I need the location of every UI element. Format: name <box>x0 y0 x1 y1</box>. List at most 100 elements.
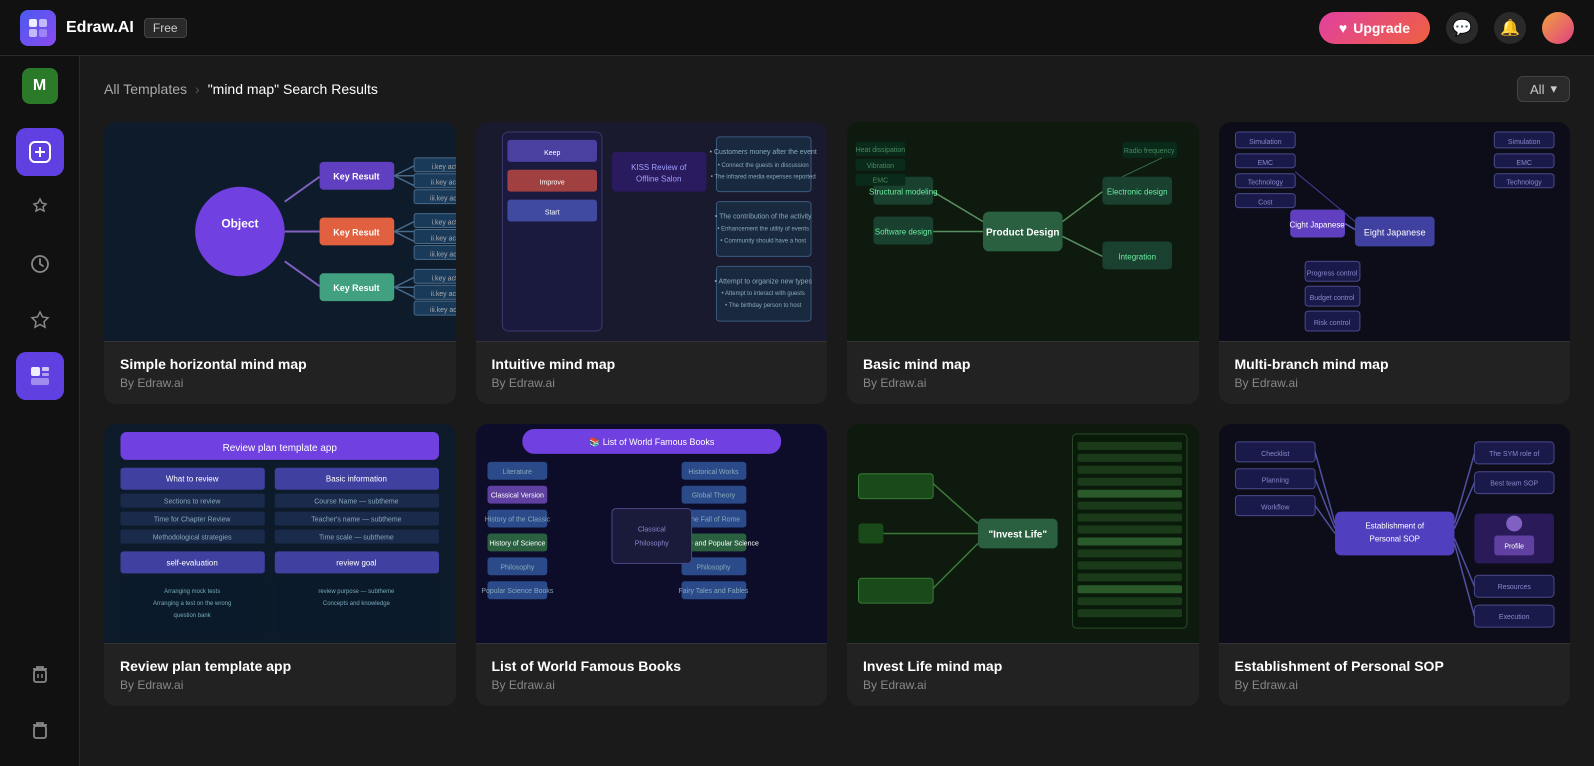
svg-text:Time for Chapter Review: Time for Chapter Review <box>154 517 232 524</box>
svg-text:Vibration: Vibration <box>867 163 894 170</box>
template-title-2: Intuitive mind map <box>492 356 812 372</box>
svg-text:📚 List of World Famous Books: 📚 List of World Famous Books <box>589 437 715 447</box>
template-title-8: Establishment of Personal SOP <box>1235 658 1555 674</box>
svg-text:KISS Review of: KISS Review of <box>631 163 687 172</box>
sidebar-item-templates[interactable] <box>16 352 64 400</box>
sidebar-item-trash[interactable] <box>16 650 64 698</box>
svg-text:self-evaluation: self-evaluation <box>167 558 218 567</box>
svg-text:Key Result: Key Result <box>333 172 379 182</box>
svg-text:Structural modeling: Structural modeling <box>869 188 938 197</box>
svg-text:Arranging mock tests: Arranging mock tests <box>164 589 220 595</box>
template-author-1: By Edraw.ai <box>120 376 440 390</box>
filter-dropdown[interactable]: All ▾ <box>1517 76 1570 102</box>
svg-text:iii.key action: iii.key action <box>430 251 455 258</box>
template-info-3: Basic mind map By Edraw.ai <box>847 342 1199 404</box>
svg-text:Electronic design: Electronic design <box>1107 188 1168 197</box>
template-title-7: Invest Life mind map <box>863 658 1183 674</box>
template-card-basic[interactable]: Product Design Structural modeling Softw… <box>847 122 1199 404</box>
sidebar-item-ai[interactable] <box>16 184 64 232</box>
topbar: Edraw.AI Free ♥ Upgrade 💬 🔔 <box>0 0 1594 56</box>
topbar-right: ♥ Upgrade 💬 🔔 <box>1319 12 1574 44</box>
svg-text:Keep: Keep <box>544 150 560 157</box>
notification-icon-button[interactable]: 🔔 <box>1494 12 1526 44</box>
logo-text: Edraw.AI <box>66 19 134 37</box>
template-title-1: Simple horizontal mind map <box>120 356 440 372</box>
sidebar-item-delete[interactable] <box>16 706 64 754</box>
template-card-intuitive[interactable]: Keep Improve Start KISS Review of Offlin… <box>476 122 828 404</box>
template-thumb-6: 📚 List of World Famous Books Literature … <box>476 424 828 644</box>
svg-text:Literature: Literature <box>502 469 532 476</box>
chat-icon-button[interactable]: 💬 <box>1446 12 1478 44</box>
main-layout: M <box>0 56 1594 766</box>
svg-text:History of the Classic: History of the Classic <box>484 517 550 524</box>
svg-text:Progress control: Progress control <box>1306 270 1357 277</box>
template-card-multi-branch[interactable]: Eight Japanese Simulation EMC Technology… <box>1219 122 1571 404</box>
template-info-6: List of World Famous Books By Edraw.ai <box>476 644 828 706</box>
sidebar-item-recent[interactable] <box>16 240 64 288</box>
template-card-invest-life[interactable]: "Invest Life" <box>847 424 1199 706</box>
template-card-world-books[interactable]: 📚 List of World Famous Books Literature … <box>476 424 828 706</box>
svg-text:History of Science: History of Science <box>489 540 545 547</box>
template-author-5: By Edraw.ai <box>120 678 440 692</box>
template-thumb-7: "Invest Life" <box>847 424 1199 644</box>
svg-text:• Community should have a host: • Community should have a host <box>720 238 806 244</box>
breadcrumb-all-templates[interactable]: All Templates <box>104 81 187 97</box>
svg-text:The SYM role of: The SYM role of <box>1489 451 1539 458</box>
sidebar-item-create[interactable] <box>16 128 64 176</box>
upgrade-button[interactable]: ♥ Upgrade <box>1319 12 1430 44</box>
svg-text:Start: Start <box>544 210 559 217</box>
svg-text:Workflow: Workflow <box>1261 505 1290 512</box>
svg-text:Heat dissipation: Heat dissipation <box>856 147 906 154</box>
template-author-7: By Edraw.ai <box>863 678 1183 692</box>
user-avatar[interactable] <box>1542 12 1574 44</box>
svg-text:Checklist: Checklist <box>1261 451 1289 458</box>
svg-text:The Fall of Rome: The Fall of Rome <box>686 517 739 524</box>
template-author-3: By Edraw.ai <box>863 376 1183 390</box>
svg-text:i.key action: i.key action <box>432 220 456 227</box>
sidebar-item-workspace[interactable]: M <box>22 68 58 104</box>
svg-text:EMC: EMC <box>1257 160 1272 167</box>
svg-text:"Invest Life": "Invest Life" <box>988 529 1047 540</box>
svg-text:Classical: Classical <box>637 527 665 534</box>
svg-text:• Attempt to organize new type: • Attempt to organize new types <box>714 278 812 285</box>
svg-text:EMC: EMC <box>873 178 888 185</box>
content-area: All Templates › "mind map" Search Result… <box>80 56 1594 766</box>
template-info-4: Multi-branch mind map By Edraw.ai <box>1219 342 1571 404</box>
svg-text:Simulation: Simulation <box>1249 139 1282 146</box>
breadcrumb-separator: › <box>195 81 200 97</box>
template-card-personal-sop[interactable]: Establishment of Personal SOP The SYM ro… <box>1219 424 1571 706</box>
template-author-4: By Edraw.ai <box>1235 376 1555 390</box>
svg-text:iii.key action: iii.key action <box>430 196 455 203</box>
svg-text:i.key action: i.key action <box>432 164 456 171</box>
svg-text:Cost: Cost <box>1258 200 1272 207</box>
svg-text:Radio frequency: Radio frequency <box>1124 148 1175 155</box>
sidebar-item-starred[interactable] <box>16 296 64 344</box>
template-card-simple-horizontal[interactable]: Object Key Result i.key action <box>104 122 456 404</box>
template-title-4: Multi-branch mind map <box>1235 356 1555 372</box>
svg-text:Technology: Technology <box>1506 180 1542 187</box>
svg-text:Popular Science Books: Popular Science Books <box>481 588 553 595</box>
svg-text:EMC: EMC <box>1516 160 1531 167</box>
template-title-5: Review plan template app <box>120 658 440 674</box>
svg-text:iii.key action: iii.key action <box>430 307 455 314</box>
svg-text:Simulation: Simulation <box>1507 139 1540 146</box>
template-author-2: By Edraw.ai <box>492 376 812 390</box>
template-info-5: Review plan template app By Edraw.ai <box>104 644 456 706</box>
svg-text:Basic information: Basic information <box>326 475 387 484</box>
svg-text:ii.key action: ii.key action <box>431 180 456 187</box>
template-card-review-plan[interactable]: Review plan template app What to review … <box>104 424 456 706</box>
svg-text:ii.key action: ii.key action <box>431 235 456 242</box>
filter-label: All <box>1530 82 1544 97</box>
svg-text:Offline Salon: Offline Salon <box>636 175 681 184</box>
sidebar: M <box>0 56 80 766</box>
svg-text:Philosophy: Philosophy <box>696 564 731 571</box>
svg-text:• The birthday person to host: • The birthday person to host <box>725 303 802 309</box>
svg-text:Arranging a test on the wrong: Arranging a test on the wrong <box>153 601 231 607</box>
template-thumb-4: Eight Japanese Simulation EMC Technology… <box>1219 122 1571 342</box>
svg-text:Review plan template app: Review plan template app <box>223 443 338 454</box>
svg-text:Improve: Improve <box>539 180 564 187</box>
svg-text:Key Result: Key Result <box>333 283 379 293</box>
svg-text:Personal SOP: Personal SOP <box>1369 534 1419 543</box>
template-author-8: By Edraw.ai <box>1235 678 1555 692</box>
template-info-2: Intuitive mind map By Edraw.ai <box>476 342 828 404</box>
